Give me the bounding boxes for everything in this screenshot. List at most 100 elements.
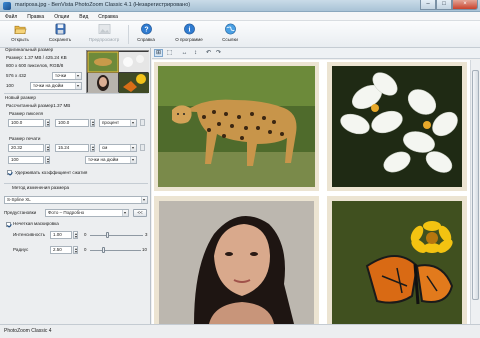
print-unit-value: см: [102, 145, 108, 150]
about-button[interactable]: i О программе: [168, 23, 210, 46]
disk-save-icon: [55, 23, 65, 35]
radius-min: 0: [84, 247, 87, 252]
preset-label: Предустановки: [4, 210, 37, 215]
menu-view[interactable]: Вид: [74, 12, 93, 20]
print-unit-select[interactable]: см: [99, 144, 137, 152]
algorithm-select[interactable]: S-Spline XL: [4, 196, 148, 204]
rotate-left-icon[interactable]: ↶: [204, 49, 213, 57]
print-lock-icon[interactable]: [140, 144, 145, 151]
radius-slider[interactable]: [90, 250, 141, 251]
view-toolbar: ⊞ ⬚ ↔ ↕ ↶ ↷: [152, 48, 480, 59]
pixel-unit-select[interactable]: процент: [99, 119, 137, 127]
print-height-stepper[interactable]: [90, 144, 95, 152]
preview-icon: [98, 24, 110, 34]
vertical-scrollbar[interactable]: [470, 60, 480, 324]
thumbnail-images: [87, 51, 149, 93]
menu-file[interactable]: Файл: [0, 12, 22, 20]
fit-height-icon[interactable]: ↕: [191, 49, 200, 57]
help-button[interactable]: ? Справка: [128, 23, 164, 46]
print-size-header: Размер печати: [9, 136, 41, 141]
help-icon: ?: [140, 23, 152, 35]
original-dpi-unit-select[interactable]: точки на дюйм: [30, 82, 82, 90]
pixel-width-stepper[interactable]: [45, 119, 50, 127]
preview-butterfly[interactable]: [327, 196, 467, 324]
preset-value: Фото – Подробно: [48, 210, 85, 215]
save-button[interactable]: Сохранить: [42, 23, 78, 46]
keep-ratio-checkbox[interactable]: [7, 170, 12, 175]
chevron-down-icon: [75, 83, 81, 89]
preview-button[interactable]: Предпросмотр: [84, 23, 124, 46]
unsharp-mask-label: Нечеткая маскировка: [13, 221, 59, 226]
print-height-input[interactable]: 15.24: [55, 144, 89, 152]
menu-help[interactable]: Справка: [93, 12, 123, 20]
preview-leopard[interactable]: [154, 62, 319, 191]
svg-text:i: i: [188, 26, 190, 34]
butterfly-image: [327, 196, 467, 324]
chevron-down-icon: [130, 145, 136, 151]
open-button[interactable]: Открыть: [2, 23, 38, 46]
intensity-input[interactable]: 1.00: [50, 231, 72, 239]
pixel-width-input[interactable]: 100.0: [8, 119, 44, 127]
pixel-unit-value: процент: [102, 120, 120, 125]
portrait-image: [154, 196, 319, 324]
image-preview-area[interactable]: [152, 60, 470, 324]
pixel-size-header: Размер пикселя: [9, 111, 44, 116]
aspect-lock-icon[interactable]: [140, 119, 145, 126]
open-label: Открыть: [11, 37, 29, 42]
radius-stepper[interactable]: [73, 246, 78, 254]
app-icon: [3, 2, 11, 10]
globe-links-icon: [224, 23, 236, 35]
preview-flowers[interactable]: [327, 62, 467, 191]
keep-ratio-label: Удерживать коэффициент сжатия: [15, 170, 88, 175]
leopard-image: [154, 62, 319, 191]
resolution-input[interactable]: 100: [8, 156, 44, 164]
preview-label: Предпросмотр: [88, 37, 120, 42]
intensity-slider[interactable]: [90, 235, 143, 236]
print-width-input[interactable]: 20.32: [8, 144, 44, 152]
svg-text:?: ?: [144, 26, 148, 33]
rotate-right-icon[interactable]: ↷: [214, 49, 223, 57]
intensity-min: 0: [84, 232, 87, 237]
pixel-height-stepper[interactable]: [90, 119, 95, 127]
preset-expand-button[interactable]: <<: [133, 209, 147, 217]
unsharp-mask-checkbox[interactable]: [6, 222, 11, 227]
original-dpi-unit-value: точки на дюйм: [33, 83, 64, 88]
fit-width-icon[interactable]: ↔: [180, 49, 189, 57]
links-label: Ссылки: [222, 37, 238, 42]
preset-select[interactable]: Фото – Подробно: [45, 209, 129, 217]
minimize-button[interactable]: –: [420, 0, 436, 10]
pixel-height-input[interactable]: 100.0: [55, 119, 89, 127]
close-button[interactable]: ×: [452, 0, 478, 10]
folder-open-icon: [14, 25, 26, 34]
resolution-unit-select[interactable]: точки на дюйм: [85, 156, 137, 164]
split-view-icon[interactable]: ⊞: [154, 49, 163, 57]
original-unit-select[interactable]: точки: [52, 72, 82, 80]
maximize-button[interactable]: □: [436, 0, 452, 10]
window-controls: – □ ×: [420, 0, 478, 11]
radius-input[interactable]: 2.50: [50, 246, 72, 254]
menu-options[interactable]: Опции: [49, 12, 74, 20]
info-icon: i: [183, 23, 195, 35]
settings-panel: Оригинальный размер Размер: 1.37 MB / 42…: [0, 47, 151, 324]
status-bar: PhotoZoom Classic 4: [0, 324, 480, 338]
chevron-down-icon: [141, 197, 147, 203]
links-button[interactable]: Ссылки: [212, 23, 248, 46]
chevron-down-icon: [130, 157, 136, 163]
intensity-slider-handle[interactable]: [106, 232, 109, 238]
resolution-stepper[interactable]: [45, 156, 50, 164]
intensity-stepper[interactable]: [73, 231, 78, 239]
divider: [4, 93, 148, 94]
save-label: Сохранить: [48, 37, 72, 42]
menu-bar: Файл Правка Опции Вид Справка: [0, 12, 480, 21]
menu-edit[interactable]: Правка: [22, 12, 49, 20]
original-dpi: 100: [6, 83, 14, 88]
original-size-header: Оригинальный размер: [5, 47, 54, 52]
resize-method-header: Метод изменения размера: [12, 185, 70, 190]
thumbnail-navigator[interactable]: [86, 50, 149, 93]
new-size-header: Новый размер: [5, 95, 36, 100]
scrollbar-thumb[interactable]: [472, 70, 479, 300]
print-width-stepper[interactable]: [45, 144, 50, 152]
preview-portrait[interactable]: [154, 196, 319, 324]
radius-slider-handle[interactable]: [102, 247, 105, 253]
crop-icon[interactable]: ⬚: [165, 49, 174, 57]
